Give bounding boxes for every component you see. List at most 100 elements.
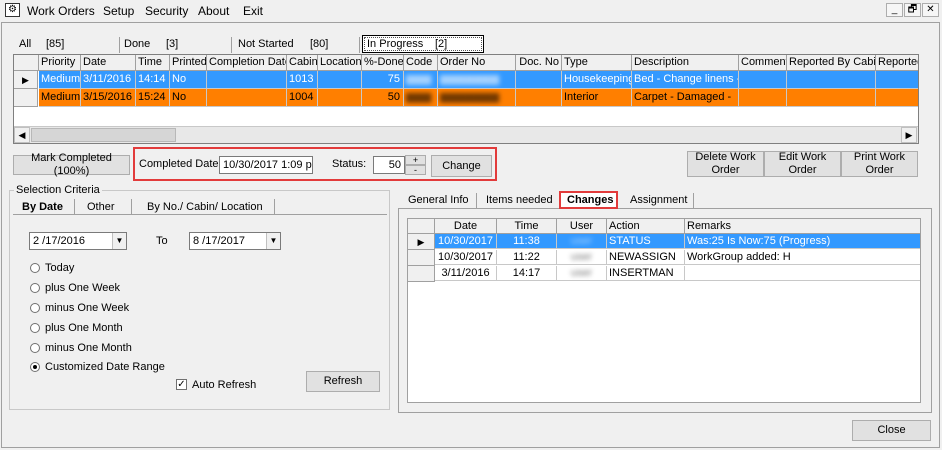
- col-time[interactable]: Time: [136, 55, 170, 71]
- tab-all-label: All: [19, 38, 32, 50]
- tab-separator: [131, 199, 132, 214]
- col-location[interactable]: Location: [318, 55, 362, 71]
- cell-code: ▆▆▆: [404, 71, 438, 89]
- cell-order-no: ▆▆▆▆▆▆▆: [438, 89, 516, 107]
- col-comment[interactable]: Comment: [739, 55, 787, 71]
- tab-done[interactable]: Done [3]: [120, 37, 232, 53]
- row-indicator[interactable]: ▶: [14, 71, 38, 89]
- col-change-action[interactable]: Action: [607, 219, 685, 234]
- grid-horizontal-scrollbar[interactable]: ◀ ▶: [14, 126, 918, 143]
- cell-change-user: user: [557, 234, 607, 249]
- tab-in-progress-label: In Progress: [367, 38, 424, 50]
- scroll-left-icon[interactable]: ◀: [14, 127, 30, 143]
- radio-plus-one-month[interactable]: [30, 323, 40, 333]
- radio-minus-one-week-label: minus One Week: [45, 302, 130, 314]
- cell-order-no: ▆▆▆▆▆▆▆: [438, 71, 516, 89]
- menu-setup[interactable]: Setup: [103, 4, 134, 18]
- scroll-thumb[interactable]: [31, 128, 176, 142]
- cell-priority: Medium: [39, 89, 81, 107]
- close-window-button[interactable]: ✕: [922, 3, 939, 17]
- tab-all[interactable]: All [85]: [16, 37, 120, 53]
- tab-by-date[interactable]: By Date: [22, 201, 63, 213]
- refresh-button[interactable]: Refresh: [306, 371, 380, 392]
- tab-by-no-cabin-location[interactable]: By No./ Cabin/ Location: [147, 201, 263, 213]
- row-header[interactable]: [14, 89, 38, 107]
- tab-separator: [74, 199, 75, 214]
- menu-work-orders[interactable]: Work Orders: [27, 4, 95, 18]
- cell-change-remarks: WorkGroup added: H: [685, 250, 920, 265]
- cell-change-user: user: [557, 266, 607, 281]
- col-change-date[interactable]: Date: [435, 219, 497, 234]
- status-input[interactable]: 50: [373, 156, 405, 174]
- tab-items-needed[interactable]: Items needed: [486, 194, 553, 206]
- radio-minus-one-month[interactable]: [30, 343, 40, 353]
- selection-tabs-divider: [13, 214, 387, 215]
- radio-plus-one-week[interactable]: [30, 283, 40, 293]
- tab-general-info[interactable]: General Info: [408, 194, 469, 206]
- col-cabin[interactable]: Cabin: [287, 55, 318, 71]
- tab-in-progress[interactable]: In Progress [2]: [362, 35, 484, 53]
- tab-separator: [693, 193, 694, 208]
- edit-work-order-button[interactable]: Edit Work Order: [764, 151, 841, 177]
- col-description[interactable]: Description: [632, 55, 739, 71]
- col-type[interactable]: Type: [562, 55, 632, 71]
- status-down-icon[interactable]: -: [405, 165, 426, 175]
- menu-exit[interactable]: Exit: [243, 4, 263, 18]
- col-reported[interactable]: Reported: [876, 55, 918, 71]
- cell-change-action: NEWASSIGN: [607, 250, 685, 265]
- close-button[interactable]: Close: [852, 420, 931, 441]
- mark-completed-button[interactable]: Mark Completed (100%): [13, 152, 130, 177]
- col-change-time[interactable]: Time: [497, 219, 557, 234]
- radio-minus-one-week[interactable]: [30, 303, 40, 313]
- col-completion-date[interactable]: Completion Date: [207, 55, 287, 71]
- col-priority[interactable]: Priority: [39, 55, 81, 71]
- cell-location: [318, 71, 362, 89]
- col-code[interactable]: Code: [404, 55, 438, 71]
- radio-customized-date-range-label: Customized Date Range: [45, 361, 165, 373]
- row-header[interactable]: [408, 250, 435, 266]
- col-reported-by-cabin[interactable]: Reported By Cabin: [787, 55, 876, 71]
- cell-reported: [876, 89, 918, 107]
- delete-work-order-button[interactable]: Delete Work Order: [687, 151, 764, 177]
- tab-changes[interactable]: Changes: [567, 194, 613, 206]
- menu-about[interactable]: About: [198, 4, 229, 18]
- col-printed[interactable]: Printed: [170, 55, 207, 71]
- radio-today[interactable]: [30, 263, 40, 273]
- from-date-picker[interactable]: 2 /17/2016 ▼: [29, 232, 127, 250]
- auto-refresh-label: Auto Refresh: [192, 379, 257, 391]
- chevron-down-icon[interactable]: ▼: [266, 233, 280, 249]
- col-date[interactable]: Date: [81, 55, 136, 71]
- row-indicator[interactable]: ▶: [408, 234, 435, 250]
- cell-change-action: INSERTMAN: [607, 266, 685, 281]
- change-user-value: user: [570, 267, 593, 279]
- radio-customized-date-range[interactable]: [30, 362, 40, 372]
- restore-button[interactable]: 🗗: [904, 3, 921, 17]
- tab-other[interactable]: Other: [87, 201, 115, 213]
- minimize-button[interactable]: _: [886, 3, 903, 17]
- completed-date-input[interactable]: 10/30/2017 1:09 pr: [219, 156, 313, 174]
- row-header[interactable]: [408, 266, 435, 282]
- radio-today-label: Today: [45, 262, 75, 274]
- cell-change-time: 14:17: [497, 266, 557, 281]
- cell-completion-date: [207, 71, 287, 89]
- change-button[interactable]: Change: [431, 155, 492, 177]
- col-done[interactable]: %-Done: [362, 55, 404, 71]
- chevron-down-icon[interactable]: ▼: [112, 233, 126, 249]
- cell-cabin: 1004: [287, 89, 318, 107]
- print-work-order-button[interactable]: Print Work Order: [841, 151, 918, 177]
- cell-description: Bed - Change linens -: [632, 71, 739, 89]
- cell-priority: Medium: [39, 71, 81, 89]
- col-change-remarks[interactable]: Remarks: [685, 219, 920, 234]
- tab-not-started[interactable]: Not Started [80]: [234, 37, 360, 53]
- col-change-user[interactable]: User: [557, 219, 607, 234]
- cell-change-action: STATUS: [607, 234, 685, 249]
- col-order-no[interactable]: Order No: [438, 55, 516, 71]
- cell-comment: [739, 71, 787, 89]
- auto-refresh-checkbox[interactable]: ✓: [176, 379, 187, 390]
- tab-assignment[interactable]: Assignment: [630, 194, 687, 206]
- menu-security[interactable]: Security: [145, 4, 188, 18]
- col-doc-no[interactable]: Doc. No: [516, 55, 562, 71]
- cell-change-remarks: Was:25 Is Now:75 (Progress): [685, 234, 920, 249]
- scroll-right-icon[interactable]: ▶: [901, 127, 917, 143]
- to-date-picker[interactable]: 8 /17/2017 ▼: [189, 232, 281, 250]
